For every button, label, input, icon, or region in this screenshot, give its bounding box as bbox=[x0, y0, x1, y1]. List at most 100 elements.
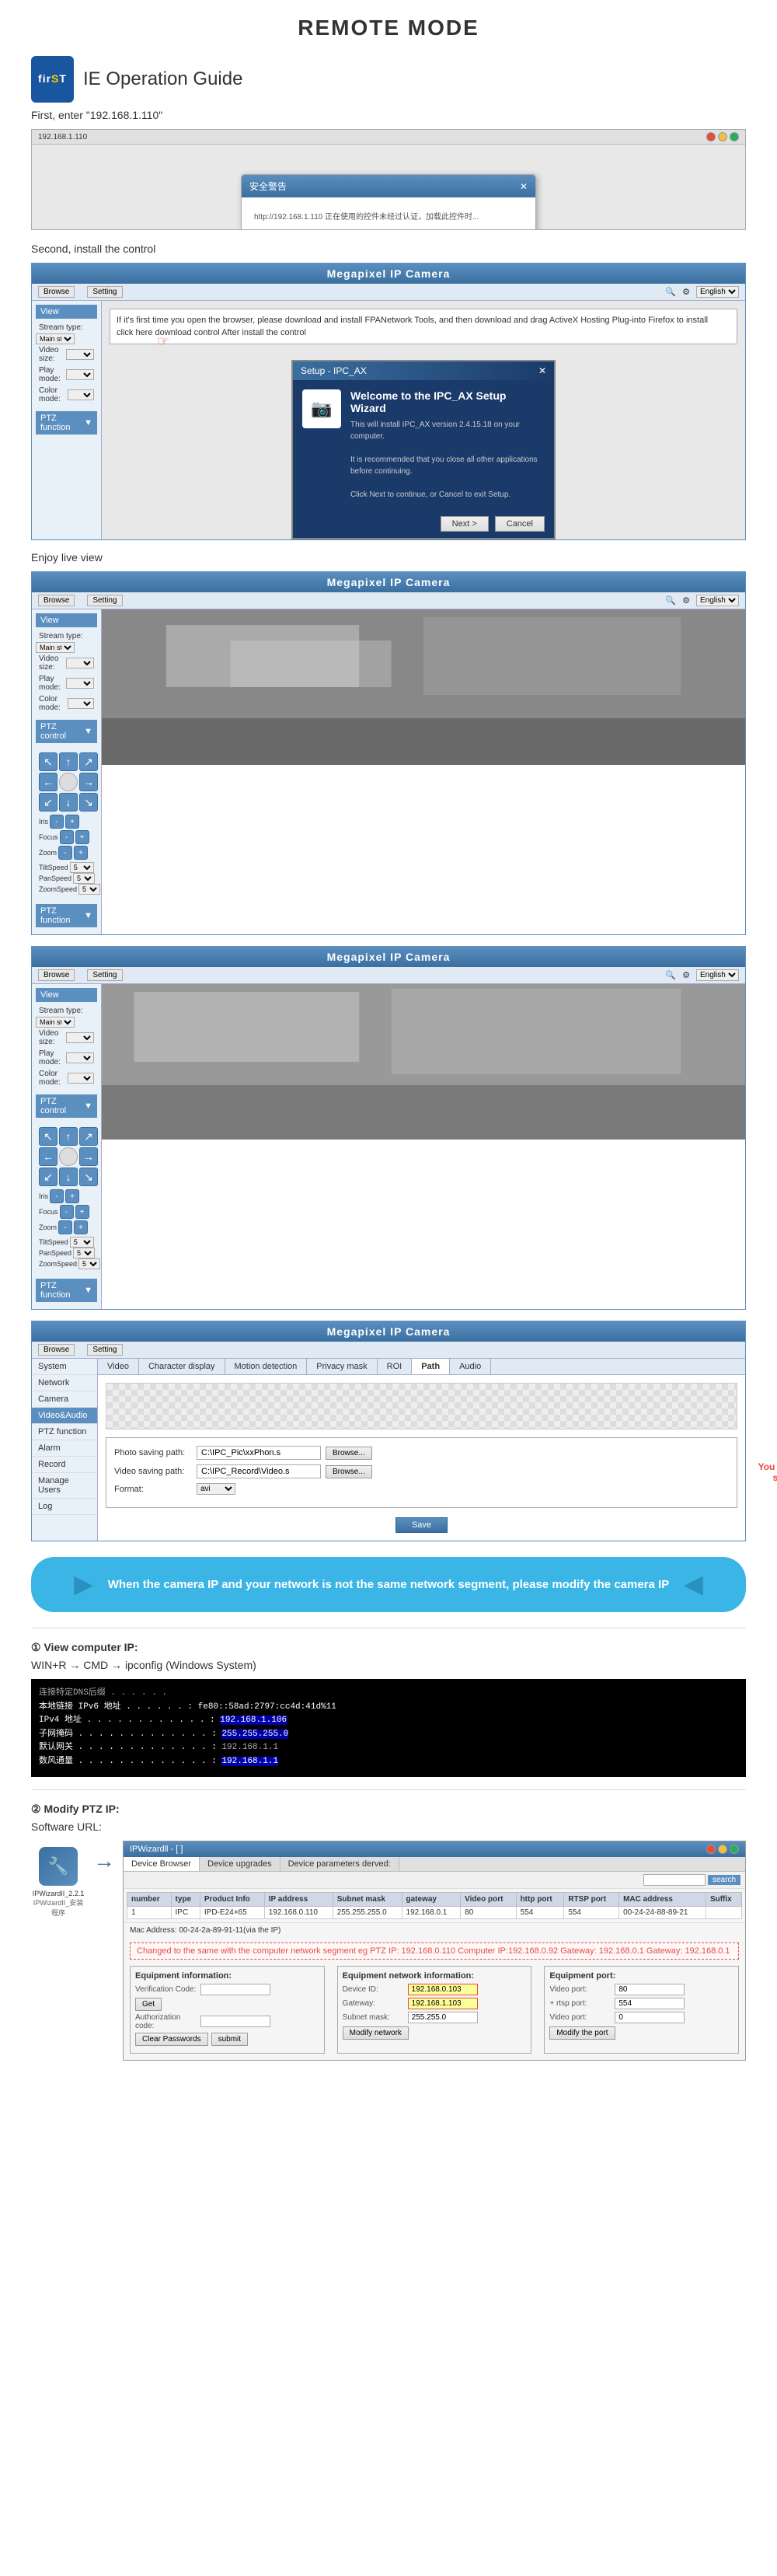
video-path-input[interactable] bbox=[197, 1464, 321, 1478]
cancel-btn[interactable]: Cancel bbox=[495, 516, 545, 532]
colormode-select-step4[interactable] bbox=[68, 1073, 94, 1084]
browse-btn[interactable]: Browse bbox=[38, 286, 75, 298]
close-btn[interactable] bbox=[706, 132, 716, 141]
ptz-up[interactable]: ↑ bbox=[59, 752, 78, 771]
video-port-input[interactable] bbox=[615, 1984, 685, 1995]
sidebar-record[interactable]: Record bbox=[32, 1457, 97, 1473]
sidebar-system[interactable]: System bbox=[32, 1359, 97, 1375]
sidebar-network[interactable]: Network bbox=[32, 1375, 97, 1391]
dialog-close[interactable]: ✕ bbox=[520, 181, 528, 192]
ptz-ul-step4[interactable]: ↖ bbox=[39, 1127, 57, 1146]
zoom-in-2[interactable]: + bbox=[74, 1220, 88, 1234]
tab-motion[interactable]: Motion detection bbox=[225, 1359, 308, 1374]
get-button[interactable]: Get bbox=[135, 1998, 162, 2011]
ipwizard-search-btn[interactable]: search bbox=[708, 1875, 740, 1885]
stream-type-select-step3[interactable]: Main stream bbox=[36, 642, 75, 653]
maximize-btn[interactable] bbox=[730, 132, 739, 141]
focus-far-2[interactable]: + bbox=[75, 1205, 89, 1219]
subnet-input[interactable] bbox=[408, 2012, 478, 2023]
tab-audio[interactable]: Audio bbox=[450, 1359, 491, 1374]
language-select-step3[interactable]: English bbox=[696, 595, 739, 606]
play-mode-select[interactable] bbox=[66, 369, 94, 380]
ptz-down-right[interactable]: ↘ bbox=[79, 793, 98, 812]
device-id-input[interactable] bbox=[408, 1984, 478, 1995]
auth-input[interactable] bbox=[200, 2016, 270, 2027]
panspeed2[interactable]: 5 bbox=[73, 1248, 95, 1258]
setting-btn-step5[interactable]: Setting bbox=[87, 1344, 122, 1356]
ipwizard-close[interactable] bbox=[706, 1845, 716, 1854]
zoom-in[interactable]: + bbox=[74, 846, 88, 860]
ptz-down-left[interactable]: ↙ bbox=[39, 793, 57, 812]
clear-btn[interactable]: Clear Passwords bbox=[135, 2033, 208, 2046]
setting-btn-step3[interactable]: Setting bbox=[87, 595, 122, 606]
tab-path[interactable]: Path bbox=[412, 1359, 450, 1374]
videosize-select-step4[interactable] bbox=[66, 1032, 94, 1043]
iris-open[interactable]: + bbox=[65, 815, 79, 829]
browse-btn-step5[interactable]: Browse bbox=[38, 1344, 75, 1356]
ipwizard-max[interactable] bbox=[730, 1845, 739, 1854]
ipwizard-min[interactable] bbox=[718, 1845, 727, 1854]
ptz-up-left[interactable]: ↖ bbox=[39, 752, 57, 771]
ptz-ur-step4[interactable]: ↗ bbox=[79, 1127, 98, 1146]
video-browse-btn[interactable]: Browse... bbox=[326, 1465, 372, 1478]
ptz-dr-step4[interactable]: ↘ bbox=[79, 1168, 98, 1186]
http-port-input[interactable] bbox=[615, 2012, 685, 2023]
ptz-right[interactable]: → bbox=[79, 773, 98, 791]
video-size-select[interactable] bbox=[66, 349, 94, 360]
ptz-up-right[interactable]: ↗ bbox=[79, 752, 98, 771]
ptz-down[interactable]: ↓ bbox=[59, 793, 78, 812]
setting-btn-step4[interactable]: Setting bbox=[87, 969, 122, 981]
ptz-dl-step4[interactable]: ↙ bbox=[39, 1168, 57, 1186]
format-select[interactable]: avi bbox=[197, 1483, 235, 1495]
sidebar-alarm[interactable]: Alarm bbox=[32, 1440, 97, 1457]
iris-close[interactable]: - bbox=[50, 815, 64, 829]
next-btn[interactable]: Next > bbox=[441, 516, 489, 532]
focus-far[interactable]: + bbox=[75, 830, 89, 844]
language-select[interactable]: English bbox=[696, 286, 739, 298]
sidebar-manage-users[interactable]: Manage Users bbox=[32, 1473, 97, 1499]
zoom-out-2[interactable]: - bbox=[58, 1220, 72, 1234]
ptz-left[interactable]: ← bbox=[39, 773, 57, 791]
ptz-u-step4[interactable]: ↑ bbox=[59, 1127, 78, 1146]
gateway-input2[interactable] bbox=[408, 1998, 478, 2009]
browse-btn-step4[interactable]: Browse bbox=[38, 969, 75, 981]
zoom-out[interactable]: - bbox=[58, 846, 72, 860]
playmode-select-step4[interactable] bbox=[66, 1052, 94, 1063]
panspeed-select[interactable]: 5 bbox=[73, 873, 95, 884]
color-mode-select[interactable] bbox=[68, 389, 94, 400]
tiltspeed-select[interactable]: 5 bbox=[70, 862, 94, 873]
save-button[interactable]: Save bbox=[395, 1517, 448, 1533]
iris-open-2[interactable]: + bbox=[65, 1189, 79, 1203]
verif-input[interactable] bbox=[200, 1984, 270, 1995]
zoomspeed2[interactable]: 5 bbox=[78, 1258, 100, 1269]
focus-near-2[interactable]: - bbox=[60, 1205, 74, 1219]
stream-type-select[interactable]: Main stream bbox=[36, 333, 75, 344]
focus-near[interactable]: - bbox=[60, 830, 74, 844]
tab-privacy[interactable]: Privacy mask bbox=[307, 1359, 377, 1374]
sidebar-camera[interactable]: Camera bbox=[32, 1391, 97, 1408]
sidebar-log[interactable]: Log bbox=[32, 1499, 97, 1515]
language-select-step4[interactable]: English bbox=[696, 969, 739, 981]
tab-roi[interactable]: ROI bbox=[378, 1359, 413, 1374]
rtsp-port-input[interactable] bbox=[615, 1998, 685, 2009]
setting-btn[interactable]: Setting bbox=[87, 286, 122, 298]
ipwizard-tab-upgrade[interactable]: Device upgrades bbox=[200, 1857, 280, 1871]
minimize-btn[interactable] bbox=[718, 132, 727, 141]
sidebar-ptz[interactable]: PTZ function bbox=[32, 1424, 97, 1440]
modify-network-btn[interactable]: Modify network bbox=[343, 2026, 409, 2040]
ptz-r-step4[interactable]: → bbox=[79, 1147, 98, 1166]
sidebar-videoaudio[interactable]: Video&Audio bbox=[32, 1408, 97, 1424]
zoomspeed-select[interactable]: 5 bbox=[78, 884, 100, 895]
ipwizard-tab-browser[interactable]: Device Browser bbox=[124, 1857, 200, 1871]
ptz-d-step4[interactable]: ↓ bbox=[59, 1168, 78, 1186]
play-mode-select-step3[interactable] bbox=[66, 678, 94, 689]
photo-browse-btn[interactable]: Browse... bbox=[326, 1447, 372, 1460]
ipwizard-search-input[interactable] bbox=[643, 1874, 706, 1886]
ipwizard-tab-params[interactable]: Device parameters derved: bbox=[280, 1857, 399, 1871]
tab-char-display[interactable]: Character display bbox=[139, 1359, 225, 1374]
setup-wizard-close[interactable]: ✕ bbox=[538, 365, 546, 376]
stream-select-step4[interactable]: Main stream bbox=[36, 1017, 75, 1028]
browse-btn-step3[interactable]: Browse bbox=[38, 595, 75, 606]
ptz-l-step4[interactable]: ← bbox=[39, 1147, 57, 1166]
submit-btn[interactable]: submit bbox=[211, 2033, 248, 2046]
